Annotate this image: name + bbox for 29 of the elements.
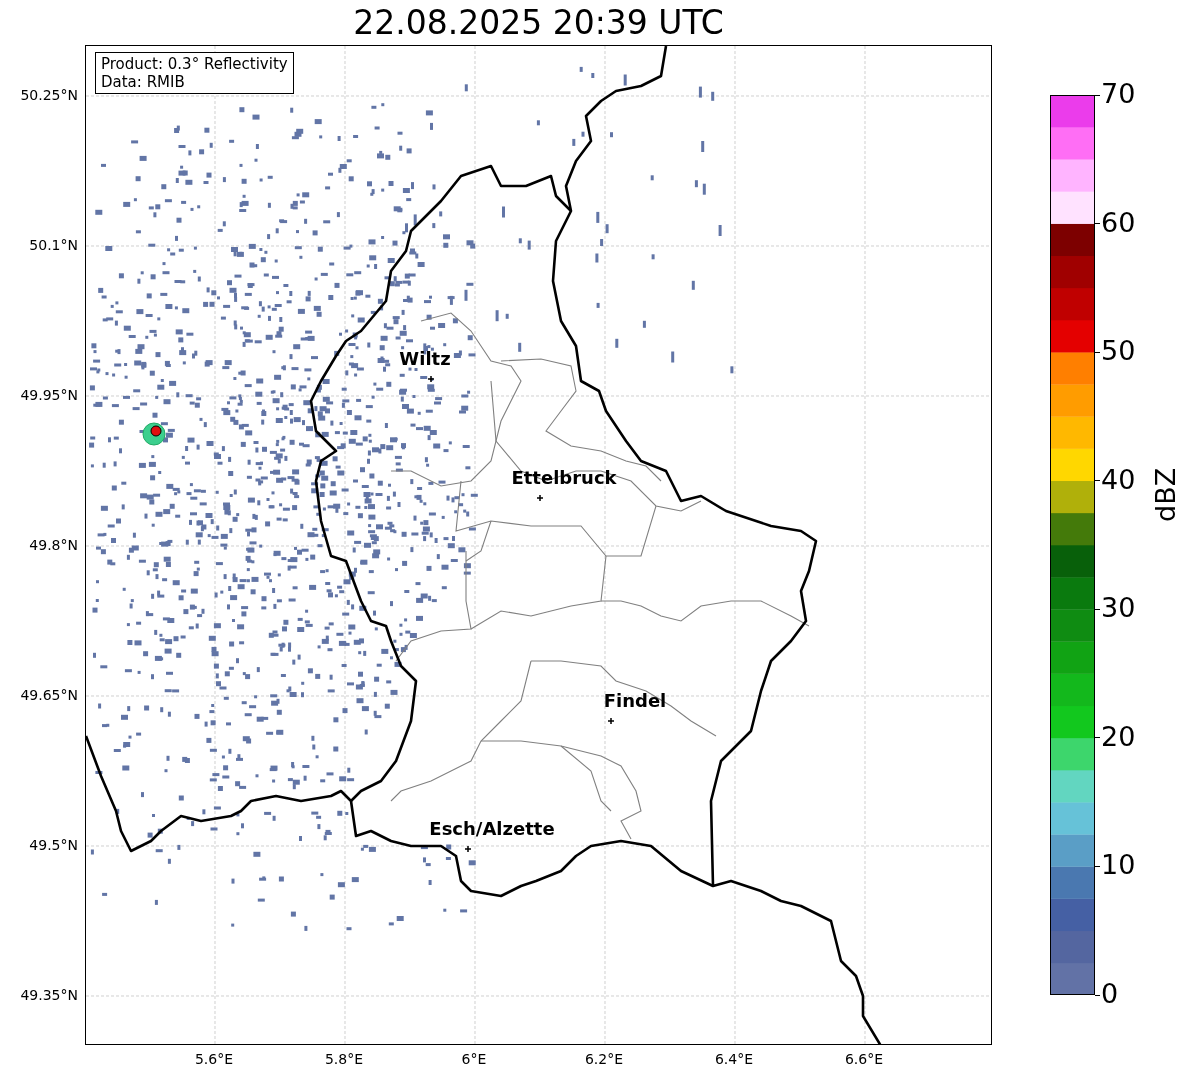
colorbar-tick-label: 40 (1101, 464, 1136, 495)
colorbar-tick-label: 30 (1101, 593, 1136, 624)
longitude-label: 5.8°E (324, 1051, 364, 1067)
colorbar-label: dBZ (1151, 467, 1181, 522)
latitude-label: 49.8°N (29, 537, 78, 553)
legend-text: Data: RMIB (101, 73, 186, 91)
colorbar-tick-label: 0 (1101, 979, 1119, 1009)
latitude-label: 49.65°N (20, 687, 78, 703)
longitude-label: 6.4°E (714, 1051, 754, 1067)
legend-text: Product: 0.3° Reflectivity (101, 55, 288, 73)
city-label: Esch/Alzette (429, 819, 555, 839)
longitude-label: 6°E (461, 1051, 487, 1067)
colorbar-tick-label: 70 (1101, 79, 1136, 109)
latitude-label: 49.95°N (20, 387, 78, 403)
city-label: Findel (603, 691, 667, 711)
longitude-label: 5.6°E (194, 1051, 234, 1067)
colorbar-tick-label: 20 (1101, 721, 1136, 752)
latitude-label: 50.25°N (20, 87, 78, 103)
latitude-label: 50.1°N (29, 237, 78, 253)
chart-title: 22.08.2025 20:39 UTC (353, 2, 724, 43)
colorbar-tick-label: 10 (1101, 850, 1136, 881)
latitude-label: 49.5°N (29, 837, 78, 853)
latitude-label: 49.35°N (20, 987, 78, 1003)
colorbar-tick-label: 50 (1101, 336, 1136, 367)
longitude-label: 6.6°E (844, 1051, 884, 1067)
city-label: Ettelbruck (511, 468, 617, 488)
longitude-label: 6.2°E (584, 1051, 624, 1067)
colorbar-tick-label: 60 (1101, 207, 1136, 238)
city-label: Wiltz (399, 349, 451, 369)
